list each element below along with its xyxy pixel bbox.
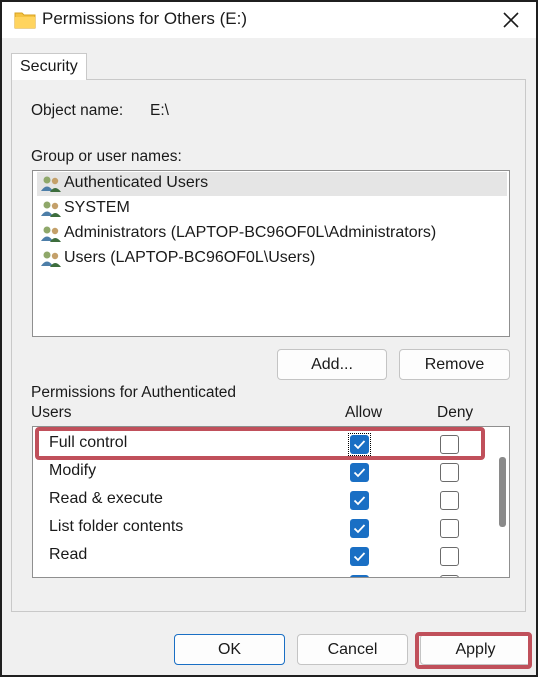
checkmark-icon xyxy=(353,496,366,506)
deny-checkbox[interactable] xyxy=(440,575,459,577)
deny-checkbox[interactable] xyxy=(440,491,459,510)
list-item[interactable]: Users (LAPTOP-BC96OF0L\Users) xyxy=(37,247,507,271)
permission-row-full-control: Full control xyxy=(33,430,483,458)
deny-checkbox[interactable] xyxy=(440,547,459,566)
allow-header: Allow xyxy=(345,404,383,421)
deny-checkbox[interactable] xyxy=(440,435,459,454)
checkmark-icon xyxy=(353,524,366,534)
deny-header: Deny xyxy=(437,404,474,421)
checkmark-icon xyxy=(353,468,366,478)
permission-name: Read xyxy=(49,546,88,563)
deny-checkbox[interactable] xyxy=(440,463,459,482)
permission-name: Read & execute xyxy=(49,490,163,507)
permission-name: List folder contents xyxy=(49,518,184,535)
allow-checkbox[interactable] xyxy=(350,463,369,482)
list-item-label: SYSTEM xyxy=(64,199,130,216)
allow-checkbox[interactable] xyxy=(350,547,369,566)
dialog-footer: OK Cancel Apply xyxy=(2,620,536,675)
permission-name: Full control xyxy=(49,434,128,451)
permissions-scrollbar[interactable] xyxy=(493,427,509,577)
list-item[interactable]: Authenticated Users xyxy=(37,172,507,196)
security-panel: Object name: E:\ Group or user names: Au… xyxy=(11,79,526,612)
list-item[interactable]: SYSTEM xyxy=(37,197,507,221)
permissions-label-line2: Users xyxy=(31,404,72,421)
close-icon[interactable] xyxy=(496,5,526,35)
tab-security[interactable]: Security xyxy=(11,53,87,80)
list-item-label: Administrators (LAPTOP-BC96OF0L\Administ… xyxy=(64,224,437,241)
object-name-value: E:\ xyxy=(150,102,169,119)
checkmark-icon xyxy=(353,440,366,450)
permissions-label: Permissions for Authenticated xyxy=(31,384,237,401)
permission-row-list-folder: List folder contents xyxy=(33,514,483,542)
permission-row-read: Read xyxy=(33,542,483,570)
scroll-thumb[interactable] xyxy=(499,457,506,527)
ok-button[interactable]: OK xyxy=(174,634,285,665)
users-icon xyxy=(41,201,61,217)
cancel-button[interactable]: Cancel xyxy=(297,634,408,665)
list-item[interactable]: Administrators (LAPTOP-BC96OF0L\Administ… xyxy=(37,222,507,246)
permission-name: Modify xyxy=(49,462,97,479)
permission-row-modify: Modify xyxy=(33,458,483,486)
add-button[interactable]: Add... xyxy=(277,349,387,380)
object-name-label: Object name: xyxy=(31,102,124,119)
allow-checkbox[interactable] xyxy=(350,519,369,538)
allow-checkbox[interactable] xyxy=(350,575,369,577)
apply-button[interactable]: Apply xyxy=(420,634,531,665)
users-icon xyxy=(41,226,61,242)
remove-button[interactable]: Remove xyxy=(399,349,510,380)
users-icon xyxy=(41,176,61,192)
deny-checkbox[interactable] xyxy=(440,519,459,538)
allow-checkbox[interactable] xyxy=(350,491,369,510)
checkmark-icon xyxy=(353,552,366,562)
permissions-list: Full control Modify Read & execute List … xyxy=(32,426,510,578)
window-title: Permissions for Others (E:) xyxy=(42,9,247,28)
permission-row-read-execute: Read & execute xyxy=(33,486,483,514)
list-item-label: Users (LAPTOP-BC96OF0L\Users) xyxy=(64,249,316,266)
title-bar: Permissions for Others (E:) xyxy=(2,2,536,38)
list-item-label: Authenticated Users xyxy=(64,174,209,191)
permissions-dialog: Permissions for Others (E:) Security Obj… xyxy=(0,0,538,677)
group-user-list[interactable]: Authenticated Users SYSTEM Administrator… xyxy=(32,170,510,337)
dialog-content: Security Object name: E:\ Group or user … xyxy=(2,38,536,620)
group-names-label: Group or user names: xyxy=(31,148,182,165)
allow-checkbox[interactable] xyxy=(350,435,369,454)
folder-icon xyxy=(14,12,36,29)
permission-row-partial xyxy=(33,570,483,577)
users-icon xyxy=(41,251,61,267)
